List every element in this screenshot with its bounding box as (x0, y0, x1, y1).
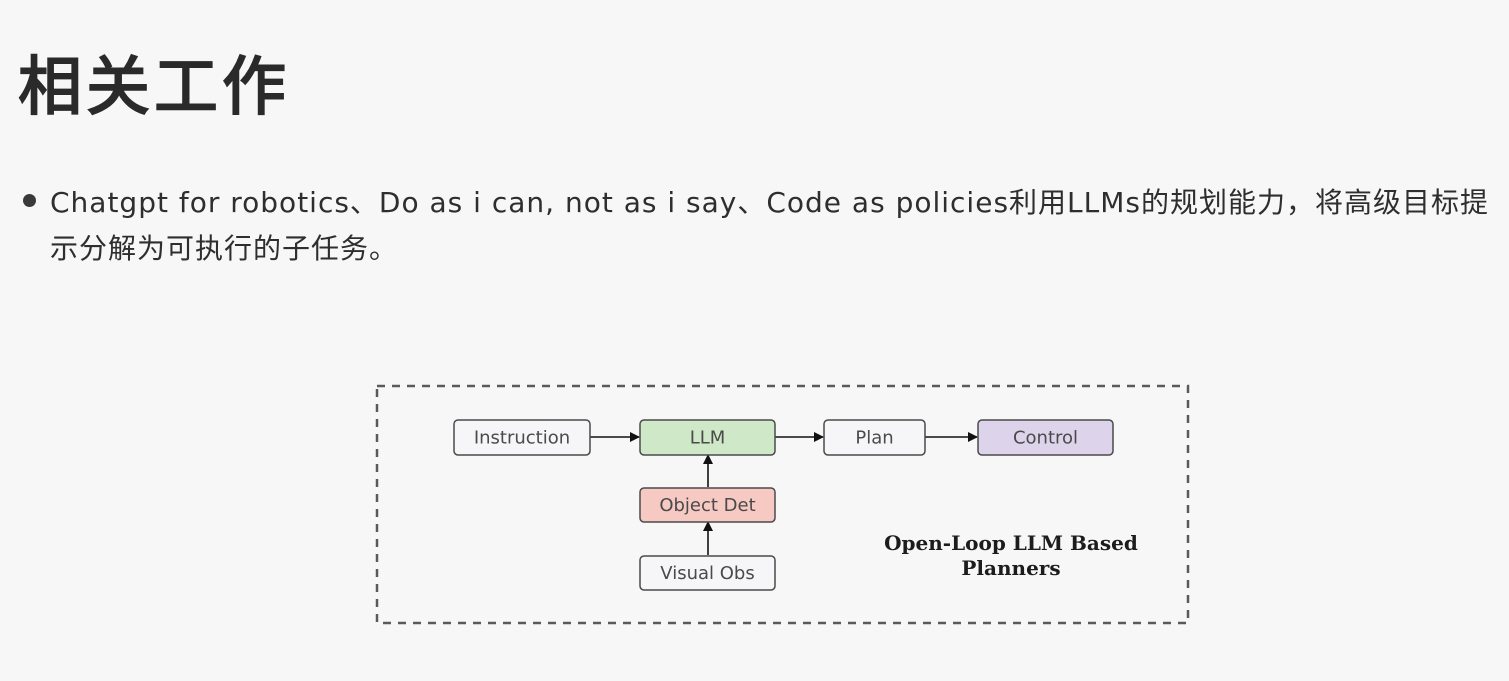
node-visual-obs-label: Visual Obs (660, 563, 754, 584)
node-plan-label: Plan (855, 428, 893, 449)
node-llm-label: LLM (690, 428, 726, 449)
node-plan: Plan (823, 419, 926, 456)
node-object-det-label: Object Det (659, 495, 755, 516)
open-loop-planner-diagram: Instruction LLM Plan Control Object Det … (375, 384, 1190, 625)
diagram-caption-line2: Planners (961, 556, 1060, 580)
node-instruction: Instruction (453, 419, 591, 456)
node-instruction-label: Instruction (474, 428, 570, 449)
node-object-det: Object Det (639, 487, 776, 523)
diagram-caption-line1: Open-Loop LLM Based (884, 531, 1138, 555)
node-visual-obs: Visual Obs (639, 555, 776, 591)
node-control: Control (977, 419, 1114, 456)
node-control-label: Control (1013, 428, 1078, 449)
node-llm: LLM (639, 419, 776, 456)
